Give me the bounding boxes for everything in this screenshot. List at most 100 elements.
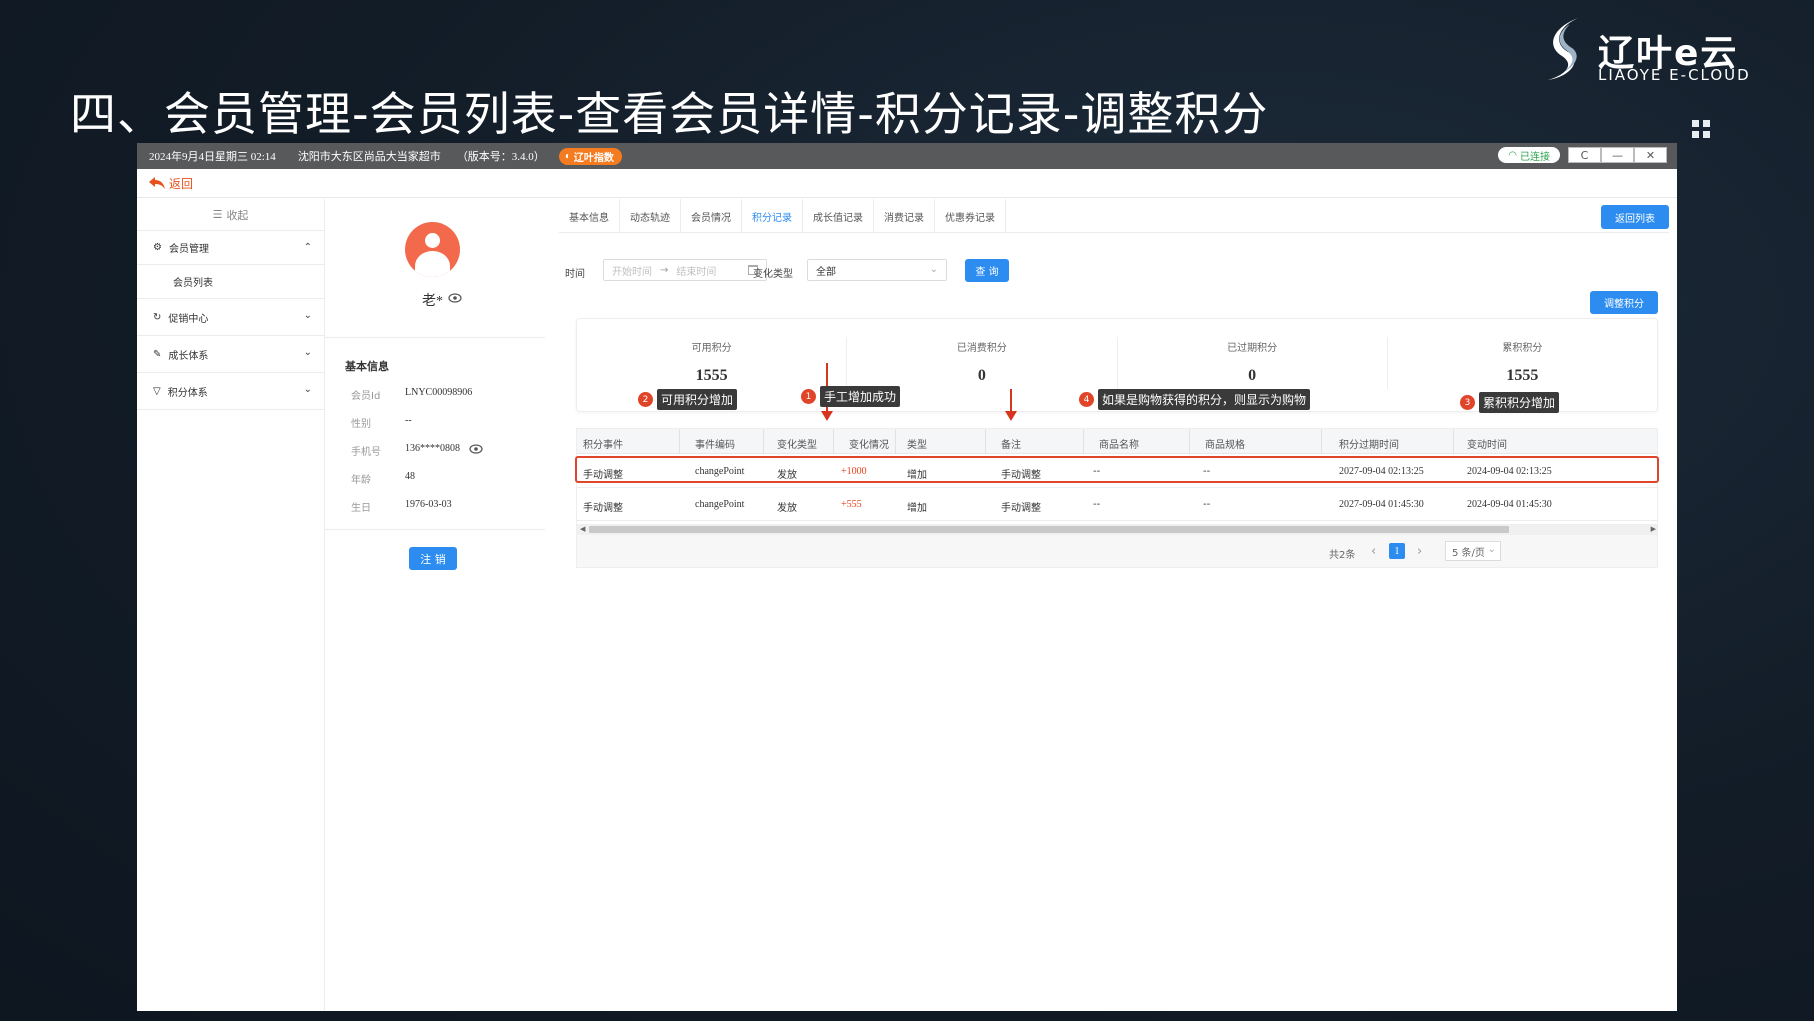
start-date-input[interactable]: 开始时间 xyxy=(612,263,652,278)
brand-logo: 辽叶e云 LIAOYE E-CLOUD xyxy=(1538,14,1758,84)
callout-available-points: 2 可用积分增加 xyxy=(638,389,738,410)
stat-value: 0 xyxy=(1248,367,1257,384)
datetime-text: 2024年9月4日星期三 02:14 xyxy=(149,151,276,163)
avatar xyxy=(405,222,460,277)
adjust-points-button[interactable]: 调整积分 xyxy=(1590,291,1658,314)
callout-number: 2 xyxy=(638,392,653,407)
member-name: 老* xyxy=(422,294,443,309)
change-type-select[interactable]: 全部 ⌄ xyxy=(807,259,947,281)
column-header: 商品规格 xyxy=(1205,440,1245,451)
filter-icon: ▽ xyxy=(153,385,161,397)
cell-change-amount: +555 xyxy=(841,499,862,510)
tab-basic-info[interactable]: 基本信息 xyxy=(559,199,620,233)
chevron-up-icon: ⌃ xyxy=(303,242,312,253)
change-type-label-text: 变化类型 xyxy=(753,269,793,280)
prev-page-button[interactable]: ‹ xyxy=(1371,544,1376,559)
highlight-box xyxy=(575,456,1659,483)
callout-text: 可用积分增加 xyxy=(657,389,738,410)
gear-icon: ⚙ xyxy=(153,242,162,253)
end-date-input[interactable]: 结束时间 xyxy=(676,263,716,278)
stat-label: 可用积分 xyxy=(691,343,732,354)
scroll-right-icon[interactable]: ▶ xyxy=(1651,524,1656,535)
tab-member-status[interactable]: 会员情况 xyxy=(681,199,742,233)
cell-remark: 手动调整 xyxy=(1001,503,1041,514)
stat-label: 已消费积分 xyxy=(956,343,1007,354)
callout-number: 1 xyxy=(801,389,816,404)
connection-status: ◠ 已连接 xyxy=(1498,147,1560,163)
sidebar-item-label: 积分体系 xyxy=(167,387,208,399)
column-header: 变动时间 xyxy=(1467,440,1507,451)
sidebar-item-label: 促销中心 xyxy=(168,313,209,325)
sidebar-item-member-management[interactable]: ⚙ 会员管理 ⌃ xyxy=(137,231,324,265)
scrollbar-thumb[interactable] xyxy=(589,526,1509,533)
chevron-down-icon: ⌄ xyxy=(1487,544,1496,555)
next-page-button[interactable]: › xyxy=(1417,544,1422,559)
page-size-select[interactable]: 5 条/页 ⌄ xyxy=(1445,541,1501,561)
chevron-down-icon: ⌄ xyxy=(303,310,312,321)
table-row[interactable]: 手动调整 changePoint 发放 +555 增加 手动调整 -- -- 2… xyxy=(577,488,1657,521)
callout-manual-add: 1 手工增加成功 xyxy=(801,386,901,407)
date-range-picker[interactable]: 开始时间 → 结束时间 xyxy=(603,259,767,281)
back-label: 返回 xyxy=(169,176,194,191)
refresh-icon: ↻ xyxy=(153,311,162,323)
tab-coupon-record[interactable]: 优惠券记录 xyxy=(935,199,1006,233)
field-label-phone: 手机号 xyxy=(351,447,381,458)
return-list-button[interactable]: 返回列表 xyxy=(1601,205,1669,229)
scroll-left-icon[interactable]: ◀ xyxy=(580,524,585,535)
sidebar-item-promotion-center[interactable]: ↻ 促销中心 ⌄ xyxy=(137,299,324,336)
sidebar-item-growth-system[interactable]: ✎ 成长体系 ⌄ xyxy=(137,336,324,373)
minimize-button[interactable]: — xyxy=(1601,147,1634,163)
field-value-phone: 136****0808 xyxy=(405,443,460,454)
eye-icon[interactable] xyxy=(469,444,483,454)
field-value-age: 48 xyxy=(405,471,415,482)
column-header: 积分事件 xyxy=(583,440,623,451)
member-profile-panel: 老* 基本信息 会员Id LNYC00098906 性别 -- 手机号 136*… xyxy=(325,199,545,1011)
field-label-birthday: 生日 xyxy=(351,503,371,514)
tab-activity[interactable]: 动态轨迹 xyxy=(620,199,681,233)
field-value-gender: -- xyxy=(405,415,412,426)
back-button[interactable]: 返回 xyxy=(137,169,1677,198)
annotation-arrow xyxy=(1005,389,1017,421)
field-label-member-id: 会员Id xyxy=(351,391,381,402)
table-header: 积分事件 事件编码 变化类型 变化情况 类型 备注 商品名称 商品规格 积分过期… xyxy=(577,429,1657,454)
connection-label: 已连接 xyxy=(1520,151,1550,163)
version-text: （版本号：3.4.0） xyxy=(456,151,545,163)
window-controls: ◠ 已连接 C — ✕ xyxy=(1498,147,1667,163)
collapse-label: 收起 xyxy=(226,208,249,222)
detail-tabs: 基本信息 动态轨迹 会员情况 积分记录 成长值记录 消费记录 优惠券记录 xyxy=(559,199,1669,233)
stat-value: 1555 xyxy=(1506,367,1539,384)
divider xyxy=(325,529,545,530)
callout-text: 手工增加成功 xyxy=(820,386,901,407)
eye-icon[interactable] xyxy=(448,293,462,303)
tab-consumption-record[interactable]: 消费记录 xyxy=(874,199,935,233)
field-value-member-id: LNYC00098906 xyxy=(405,387,473,398)
page-size-value: 5 条/页 xyxy=(1452,547,1485,559)
query-button[interactable]: 查 询 xyxy=(965,259,1009,282)
badge-label: 辽叶指数 xyxy=(573,152,614,164)
stat-accumulated-points: 累积积分 1555 xyxy=(1388,337,1657,389)
sidebar-item-points-system[interactable]: ▽ 积分体系 ⌄ xyxy=(137,373,324,410)
page-button-current[interactable]: 1 xyxy=(1389,543,1405,559)
growth-icon: ✎ xyxy=(153,348,162,360)
cell-change-type: 发放 xyxy=(777,503,797,514)
collapse-toggle[interactable]: ☰ 收起 xyxy=(137,199,324,231)
field-value-birthday: 1976-03-03 xyxy=(405,499,452,510)
basic-info-title: 基本信息 xyxy=(345,360,389,373)
deregister-button[interactable]: 注 销 xyxy=(409,547,457,570)
badge-logo-icon: ◐ xyxy=(564,150,571,162)
index-badge[interactable]: ◐ 辽叶指数 xyxy=(558,147,622,165)
stat-consumed-points: 已消费积分 0 xyxy=(847,337,1118,389)
stat-expired-points: 已过期积分 0 xyxy=(1118,337,1388,389)
wifi-icon: ◠ xyxy=(1508,149,1517,161)
refresh-button[interactable]: C xyxy=(1568,147,1601,163)
close-button[interactable]: ✕ xyxy=(1634,147,1667,163)
stat-value: 0 xyxy=(977,367,986,384)
sidebar-item-label: 成长体系 xyxy=(168,350,209,362)
tab-growth-record[interactable]: 成长值记录 xyxy=(803,199,874,233)
horizontal-scrollbar[interactable]: ◀ ▶ xyxy=(577,524,1657,535)
sidebar: ☰ 收起 ⚙ 会员管理 ⌃ 会员列表 ↻ 促销中心 ⌄ ✎ 成长体系 ⌄ ▽ 积… xyxy=(137,199,325,1011)
sidebar-item-member-list[interactable]: 会员列表 xyxy=(137,265,324,299)
change-type-value: 全部 xyxy=(816,266,836,278)
tab-points-record[interactable]: 积分记录 xyxy=(742,199,803,233)
cell-type: 增加 xyxy=(907,503,927,514)
